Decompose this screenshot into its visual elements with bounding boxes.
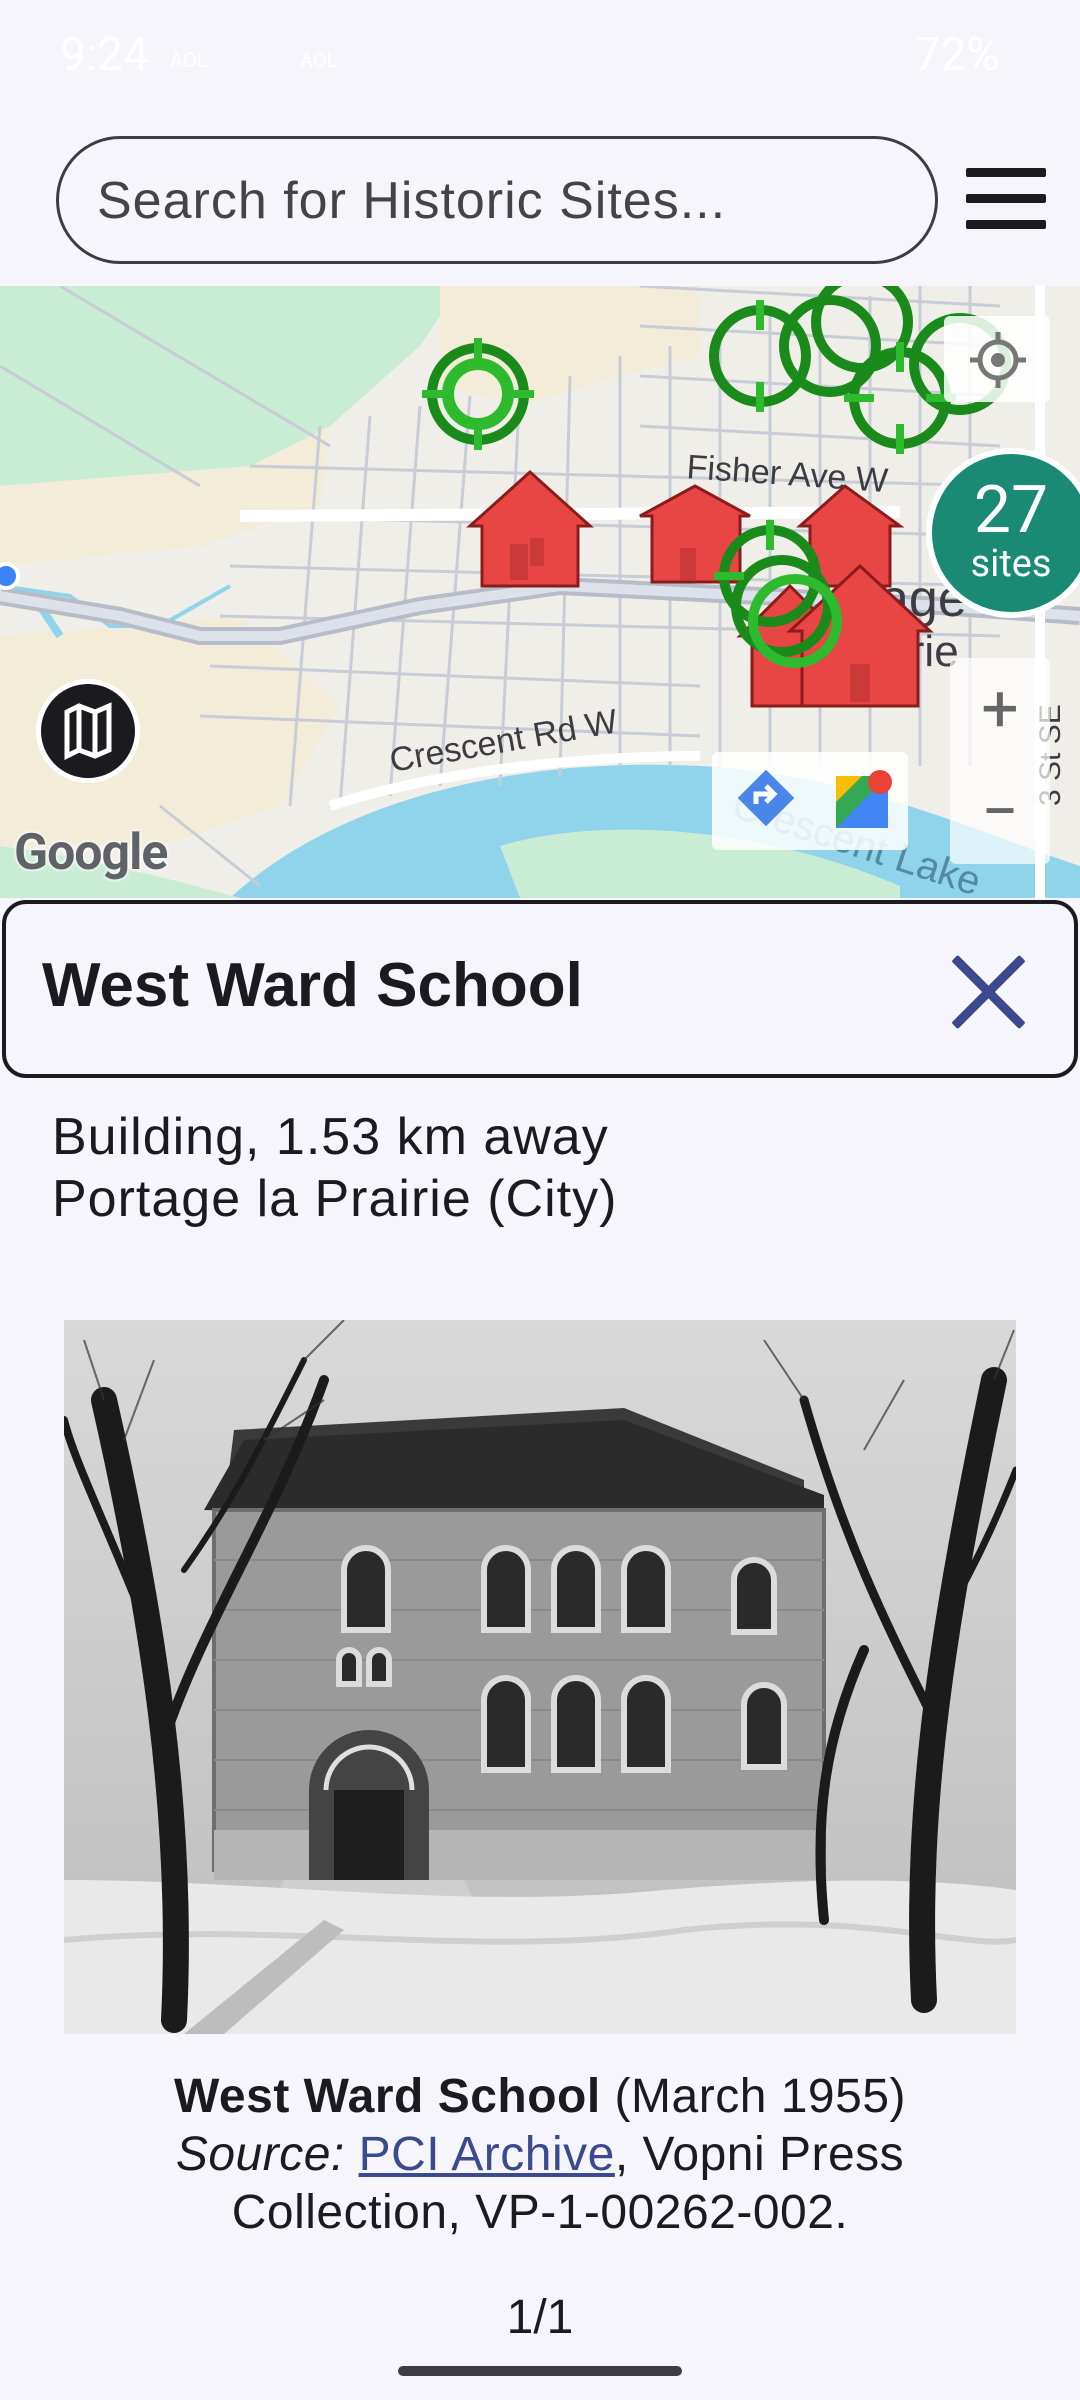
map-view[interactable]: Fisher Ave W Crescent Rd W Crescent Lake… bbox=[0, 286, 1080, 898]
site-type-distance: Building, 1.53 km away bbox=[52, 1108, 609, 1166]
sites-count-label: sites bbox=[970, 542, 1052, 586]
carrier-label: AOL bbox=[170, 48, 208, 72]
map-layers-icon bbox=[64, 702, 112, 761]
photo-pager: 1/1 bbox=[506, 2291, 574, 2344]
caption-date: (March 1955) bbox=[614, 2070, 906, 2123]
zoom-in-button[interactable]: + bbox=[950, 658, 1050, 761]
map-layers-button[interactable] bbox=[36, 679, 140, 783]
my-location-button[interactable] bbox=[944, 316, 1050, 402]
photo-caption: West Ward School (March 1955) Source: PC… bbox=[40, 2068, 1040, 2242]
directions-icon[interactable] bbox=[737, 769, 795, 827]
school-photo-image bbox=[64, 1320, 1016, 2034]
search-box[interactable] bbox=[56, 136, 938, 264]
caption-source-label: Source: bbox=[175, 2128, 345, 2181]
home-indicator[interactable] bbox=[398, 2366, 682, 2376]
status-bar: 9:24 AOL AOL 72% bbox=[0, 0, 1080, 118]
pci-archive-link[interactable]: PCI Archive bbox=[359, 2128, 615, 2181]
carrier-label-2: AOL bbox=[300, 48, 338, 72]
close-icon[interactable] bbox=[946, 950, 1030, 1034]
site-meta: Building, 1.53 km away Portage la Prairi… bbox=[52, 1106, 617, 1230]
street-label-fisher: Fisher Ave W bbox=[685, 448, 889, 500]
caption-source-rest: , Vopni Press bbox=[614, 2128, 905, 2181]
app-header bbox=[0, 118, 1080, 286]
battery-percent: 72% bbox=[914, 28, 1000, 82]
search-input[interactable] bbox=[95, 139, 899, 263]
map-toolbar bbox=[712, 752, 908, 850]
crosshair-icon bbox=[970, 332, 1026, 388]
zoom-out-button[interactable]: − bbox=[950, 761, 1050, 864]
hamburger-menu-icon[interactable] bbox=[966, 168, 1046, 232]
status-time: 9:24 bbox=[60, 28, 149, 82]
map-canvas: Fisher Ave W Crescent Rd W Crescent Lake… bbox=[0, 286, 1080, 898]
zoom-controls: + − bbox=[950, 658, 1050, 864]
google-maps-icon[interactable] bbox=[836, 770, 892, 828]
site-header-card: West Ward School bbox=[2, 900, 1078, 1078]
site-title: West Ward School bbox=[42, 951, 583, 1020]
sites-count-number: 27 bbox=[973, 472, 1049, 549]
google-attribution: Google bbox=[14, 824, 168, 882]
caption-collection: Collection, VP-1-00262-002. bbox=[231, 2186, 849, 2239]
caption-title: West Ward School bbox=[173, 2070, 601, 2123]
site-municipality: Portage la Prairie (City) bbox=[52, 1170, 618, 1228]
site-photo[interactable] bbox=[64, 1320, 1016, 2034]
